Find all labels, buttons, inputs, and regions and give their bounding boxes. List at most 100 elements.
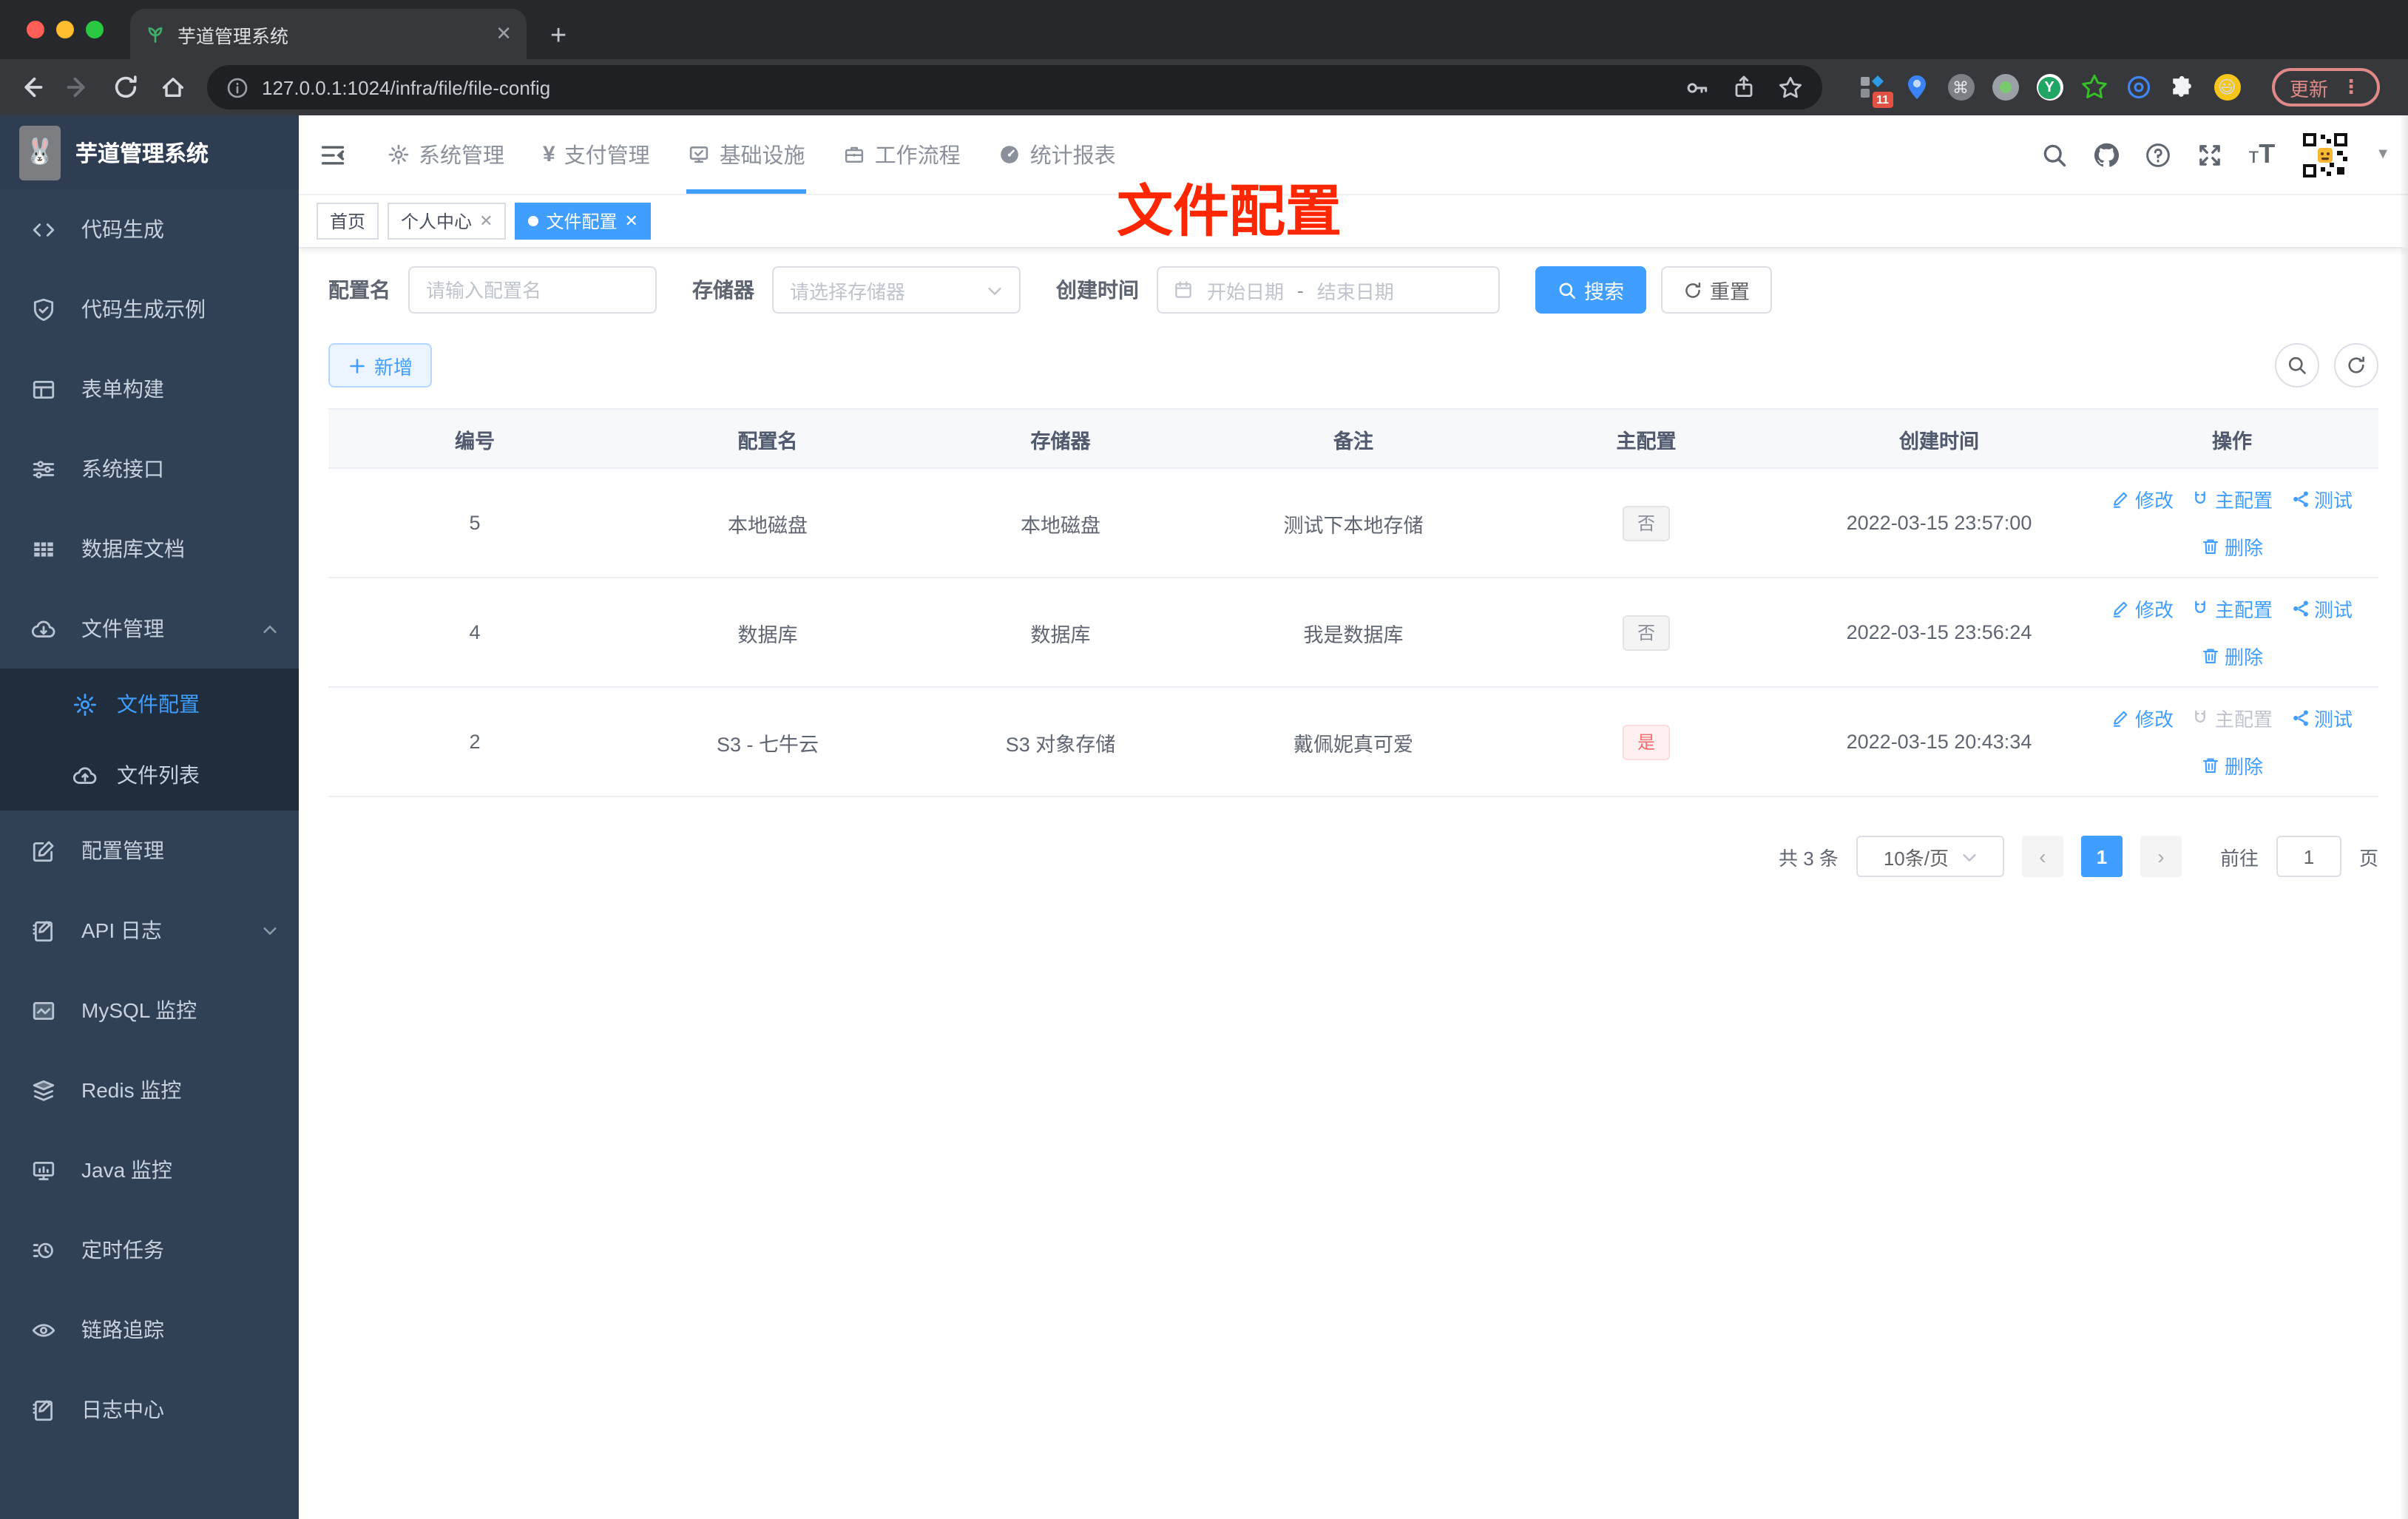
master-link-disabled[interactable]: 主配置 xyxy=(2191,704,2273,732)
cell-id: 5 xyxy=(328,468,621,578)
next-page-button[interactable]: › xyxy=(2140,836,2182,877)
master-link[interactable]: 主配置 xyxy=(2191,485,2273,513)
favicon-plant-icon xyxy=(148,27,163,43)
topnav-infra[interactable]: 基础设施 xyxy=(669,115,825,194)
font-size-icon[interactable]: тT xyxy=(2248,139,2275,170)
goto-page-input[interactable] xyxy=(2276,836,2341,877)
sidebar-item-file-manage[interactable]: 文件管理 xyxy=(0,589,299,669)
home-icon[interactable] xyxy=(160,74,186,101)
extension-y-icon[interactable]: Y xyxy=(2035,73,2063,101)
minimize-window-button[interactable] xyxy=(56,21,74,38)
forward-icon[interactable] xyxy=(65,74,92,101)
sidebar-item-code-gen[interactable]: 代码生成 xyxy=(0,189,299,269)
storage-select[interactable]: 请选择存储器 xyxy=(772,266,1021,314)
topnav-workflow[interactable]: 工作流程 xyxy=(825,115,980,194)
cell-storage: S3 对象存储 xyxy=(914,687,1207,797)
sidebar-item-system-api[interactable]: 系统接口 xyxy=(0,429,299,509)
sidebar-item-redis-monitor[interactable]: Redis 监控 xyxy=(0,1050,299,1130)
browser-update-button[interactable]: 更新 ⋮ xyxy=(2272,68,2381,106)
test-link[interactable]: 测试 xyxy=(2290,704,2353,732)
tag-file-config[interactable]: 文件配置 ✕ xyxy=(515,203,652,240)
site-info-icon[interactable] xyxy=(226,76,248,98)
test-link[interactable]: 测试 xyxy=(2290,595,2353,623)
tag-home[interactable]: 首页 xyxy=(317,203,379,240)
tag-close-icon[interactable]: ✕ xyxy=(479,212,493,231)
refresh-table-button[interactable] xyxy=(2334,343,2378,388)
collapse-sidebar-icon[interactable] xyxy=(299,141,368,168)
edit-link[interactable]: 修改 xyxy=(2111,704,2174,732)
reload-icon[interactable] xyxy=(112,74,139,101)
browser-menu-icon[interactable]: ⋮ xyxy=(2341,75,2362,99)
url-text[interactable]: 127.0.0.1:1024/infra/file/file-config xyxy=(262,76,1671,98)
bookmark-star-icon[interactable] xyxy=(1778,75,1803,100)
extension-emoji-avatar[interactable]: 😃 xyxy=(2213,73,2241,101)
master-link[interactable]: 主配置 xyxy=(2191,595,2273,623)
sidebar-item-file-list[interactable]: 文件列表 xyxy=(0,740,299,811)
sidebar-item-java-monitor[interactable]: Java 监控 xyxy=(0,1130,299,1210)
sidebar-item-label: 数据库文档 xyxy=(81,537,185,561)
extension-star-icon[interactable] xyxy=(2080,73,2108,101)
search-button[interactable]: 搜索 xyxy=(1535,266,1646,314)
edit-link[interactable]: 修改 xyxy=(2111,595,2174,623)
reset-button-label: 重置 xyxy=(1710,281,1750,303)
sidebar-item-mysql-monitor[interactable]: MySQL 监控 xyxy=(0,970,299,1050)
extension-puzzle-icon[interactable] xyxy=(2168,73,2196,101)
edit-link[interactable]: 修改 xyxy=(2111,485,2174,513)
sidebar-item-scheduled-task[interactable]: 定时任务 xyxy=(0,1210,299,1290)
omnibox[interactable]: 127.0.0.1:1024/infra/file/file-config xyxy=(207,65,1822,109)
extension-command-icon[interactable]: ⌘ xyxy=(1947,73,1975,101)
pencil-icon xyxy=(2114,711,2128,727)
chevron-down-icon xyxy=(1962,853,1975,862)
user-avatar[interactable] xyxy=(2300,129,2351,180)
topnav-system[interactable]: 系统管理 xyxy=(368,115,524,194)
page-size-select[interactable]: 10条/页 xyxy=(1856,836,2004,877)
config-name-input[interactable] xyxy=(408,266,657,314)
close-window-button[interactable] xyxy=(27,21,44,38)
fullscreen-icon[interactable] xyxy=(2196,141,2223,168)
pencil-icon xyxy=(2114,601,2128,618)
zoom-window-button[interactable] xyxy=(86,21,104,38)
extension-tabs-icon[interactable]: 11 xyxy=(1858,73,1893,107)
sidebar-item-trace[interactable]: 链路追踪 xyxy=(0,1290,299,1370)
share-icon[interactable] xyxy=(1732,75,1756,99)
sidebar-item-api-log[interactable]: API 日志 xyxy=(0,890,299,970)
github-icon[interactable] xyxy=(2093,141,2120,168)
sidebar-item-code-gen-demo[interactable]: 代码生成示例 xyxy=(0,269,299,349)
edit-square-icon xyxy=(33,840,54,862)
add-button[interactable]: 新增 xyxy=(328,343,433,388)
sidebar-item-form-builder[interactable]: 表单构建 xyxy=(0,349,299,429)
extension-eye-icon[interactable] xyxy=(2124,73,2152,101)
delete-link[interactable]: 删除 xyxy=(2201,642,2263,670)
tag-close-icon[interactable]: ✕ xyxy=(625,212,638,231)
scrollbar[interactable] xyxy=(2401,115,2408,1519)
browser-tab[interactable]: 芋道管理系统 ✕ xyxy=(130,9,527,59)
col-header-id: 编号 xyxy=(328,408,621,469)
search-icon[interactable] xyxy=(2041,141,2068,168)
topnav-pay[interactable]: ¥ 支付管理 xyxy=(524,115,669,194)
schedule-icon xyxy=(33,1242,53,1258)
date-range-picker[interactable]: 开始日期 - 结束日期 xyxy=(1157,266,1500,314)
password-key-icon[interactable] xyxy=(1685,75,1710,100)
sidebar-item-db-doc[interactable]: 数据库文档 xyxy=(0,509,299,589)
tag-profile[interactable]: 个人中心 ✕ xyxy=(388,203,507,240)
current-page-button[interactable]: 1 xyxy=(2080,836,2123,877)
sidebar-item-config-manage[interactable]: 配置管理 xyxy=(0,811,299,890)
avatar-caret-icon[interactable]: ▼ xyxy=(2375,146,2390,163)
topnav-report[interactable]: 统计报表 xyxy=(980,115,1135,194)
back-icon[interactable] xyxy=(18,74,44,101)
test-link[interactable]: 测试 xyxy=(2290,485,2353,513)
delete-link[interactable]: 删除 xyxy=(2201,751,2263,779)
extension-pin-icon[interactable] xyxy=(1902,73,1930,101)
omnibox-icons xyxy=(1685,75,1803,100)
sidebar-item-log-center[interactable]: 日志中心 xyxy=(0,1370,299,1449)
sidebar-item-file-config[interactable]: 文件配置 xyxy=(0,669,299,740)
extension-gray-circle-icon[interactable] xyxy=(1991,73,2019,101)
tab-close-icon[interactable]: ✕ xyxy=(496,22,512,46)
help-icon[interactable] xyxy=(2145,141,2171,168)
delete-link[interactable]: 删除 xyxy=(2201,532,2263,561)
reset-button[interactable]: 重置 xyxy=(1661,266,1772,314)
prev-page-button[interactable]: ‹ xyxy=(2021,836,2063,877)
toggle-search-button[interactable] xyxy=(2275,343,2319,388)
new-tab-button[interactable]: + xyxy=(550,22,567,50)
shield-check-icon xyxy=(33,297,54,320)
